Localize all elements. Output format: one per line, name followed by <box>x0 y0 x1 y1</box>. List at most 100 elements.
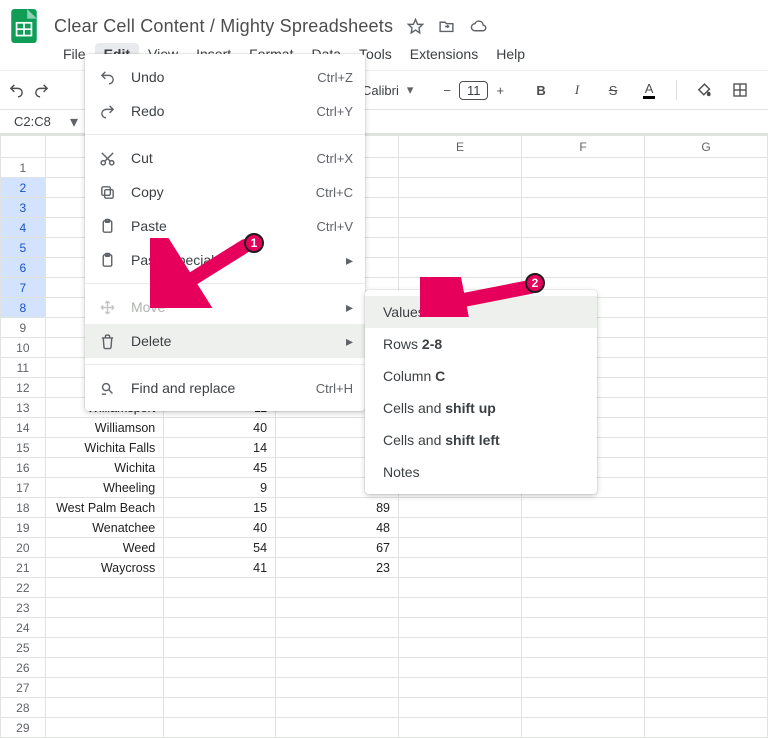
cell[interactable] <box>644 498 767 518</box>
row-header[interactable]: 18 <box>1 498 46 518</box>
cell[interactable]: Williamson <box>45 418 164 438</box>
font-family-select[interactable]: Calibri ▾ <box>356 82 419 98</box>
cell[interactable] <box>276 718 399 738</box>
cell[interactable] <box>644 418 767 438</box>
submenu-item-shift-left[interactable]: Cells and shift left <box>365 424 597 456</box>
cell[interactable] <box>644 338 767 358</box>
row-header[interactable]: 10 <box>1 338 46 358</box>
name-box[interactable]: C2:C8 <box>0 114 62 129</box>
cell[interactable]: 89 <box>276 498 399 518</box>
cell[interactable] <box>276 698 399 718</box>
cell[interactable] <box>644 558 767 578</box>
cell[interactable]: Wichita Falls <box>45 438 164 458</box>
cell[interactable] <box>45 658 164 678</box>
cell[interactable] <box>644 638 767 658</box>
row-header[interactable]: 12 <box>1 378 46 398</box>
cell[interactable]: 54 <box>164 538 276 558</box>
move-icon[interactable] <box>438 18 455 35</box>
cell[interactable] <box>644 158 767 178</box>
cell[interactable] <box>644 598 767 618</box>
cell[interactable] <box>45 718 164 738</box>
row-header[interactable]: 29 <box>1 718 46 738</box>
cell[interactable] <box>644 658 767 678</box>
menu-extensions[interactable]: Extensions <box>401 43 487 65</box>
cell[interactable] <box>644 618 767 638</box>
cell[interactable] <box>644 278 767 298</box>
cell[interactable] <box>644 458 767 478</box>
cell[interactable] <box>399 678 522 698</box>
cell[interactable] <box>399 718 522 738</box>
cell[interactable]: 48 <box>276 518 399 538</box>
menu-item-copy[interactable]: Copy Ctrl+C <box>85 175 365 209</box>
cell[interactable] <box>45 698 164 718</box>
document-title[interactable]: Clear Cell Content / Mighty Spreadsheets <box>54 16 393 37</box>
cell[interactable] <box>164 618 276 638</box>
undo-button[interactable] <box>8 77 25 103</box>
cell[interactable] <box>644 718 767 738</box>
column-header[interactable]: G <box>644 136 767 158</box>
submenu-item-notes[interactable]: Notes <box>365 456 597 488</box>
cell[interactable] <box>399 598 522 618</box>
cell[interactable] <box>644 578 767 598</box>
row-header[interactable]: 8 <box>1 298 46 318</box>
row-header[interactable]: 2 <box>1 178 46 198</box>
cell[interactable] <box>644 538 767 558</box>
cell[interactable] <box>276 678 399 698</box>
cell[interactable]: 40 <box>164 418 276 438</box>
cell[interactable] <box>45 598 164 618</box>
row-header[interactable]: 20 <box>1 538 46 558</box>
cell[interactable] <box>45 638 164 658</box>
cell[interactable]: Wenatchee <box>45 518 164 538</box>
cell[interactable] <box>399 618 522 638</box>
cell[interactable] <box>644 478 767 498</box>
menu-item-delete[interactable]: Delete ▸ <box>85 324 365 358</box>
cell[interactable] <box>164 658 276 678</box>
row-header[interactable]: 15 <box>1 438 46 458</box>
cell[interactable]: 41 <box>164 558 276 578</box>
cell[interactable] <box>522 698 645 718</box>
row-header[interactable]: 4 <box>1 218 46 238</box>
cell[interactable] <box>399 638 522 658</box>
row-header[interactable]: 28 <box>1 698 46 718</box>
cell[interactable] <box>276 578 399 598</box>
cell[interactable] <box>399 558 522 578</box>
cell[interactable] <box>644 238 767 258</box>
submenu-item-column[interactable]: Column C <box>365 360 597 392</box>
cell[interactable]: Wichita <box>45 458 164 478</box>
cell[interactable] <box>522 198 645 218</box>
cell[interactable] <box>644 198 767 218</box>
borders-button[interactable] <box>727 77 753 103</box>
cell[interactable] <box>644 518 767 538</box>
cell[interactable] <box>644 218 767 238</box>
row-header[interactable]: 13 <box>1 398 46 418</box>
cell[interactable]: West Palm Beach <box>45 498 164 518</box>
cell[interactable] <box>522 238 645 258</box>
cell[interactable] <box>522 598 645 618</box>
row-header[interactable]: 24 <box>1 618 46 638</box>
strikethrough-button[interactable]: S <box>600 77 626 103</box>
menu-item-undo[interactable]: Undo Ctrl+Z <box>85 60 365 94</box>
cell[interactable]: 40 <box>164 518 276 538</box>
submenu-item-rows[interactable]: Rows 2-8 <box>365 328 597 360</box>
cell[interactable] <box>522 178 645 198</box>
cell[interactable] <box>644 298 767 318</box>
cell[interactable] <box>644 178 767 198</box>
menu-item-find-replace[interactable]: Find and replace Ctrl+H <box>85 371 365 405</box>
cell[interactable] <box>522 158 645 178</box>
cloud-status-icon[interactable] <box>469 18 488 35</box>
cell[interactable] <box>399 158 522 178</box>
cell[interactable] <box>164 638 276 658</box>
cell[interactable] <box>644 698 767 718</box>
row-header[interactable]: 23 <box>1 598 46 618</box>
cell[interactable]: 23 <box>276 558 399 578</box>
cell[interactable] <box>399 538 522 558</box>
row-header[interactable]: 6 <box>1 258 46 278</box>
cell[interactable] <box>276 638 399 658</box>
cell[interactable] <box>522 498 645 518</box>
cell[interactable] <box>45 578 164 598</box>
cell[interactable] <box>644 398 767 418</box>
cell[interactable] <box>644 258 767 278</box>
cell[interactable]: 45 <box>164 458 276 478</box>
submenu-item-shift-up[interactable]: Cells and shift up <box>365 392 597 424</box>
cell[interactable]: 67 <box>276 538 399 558</box>
